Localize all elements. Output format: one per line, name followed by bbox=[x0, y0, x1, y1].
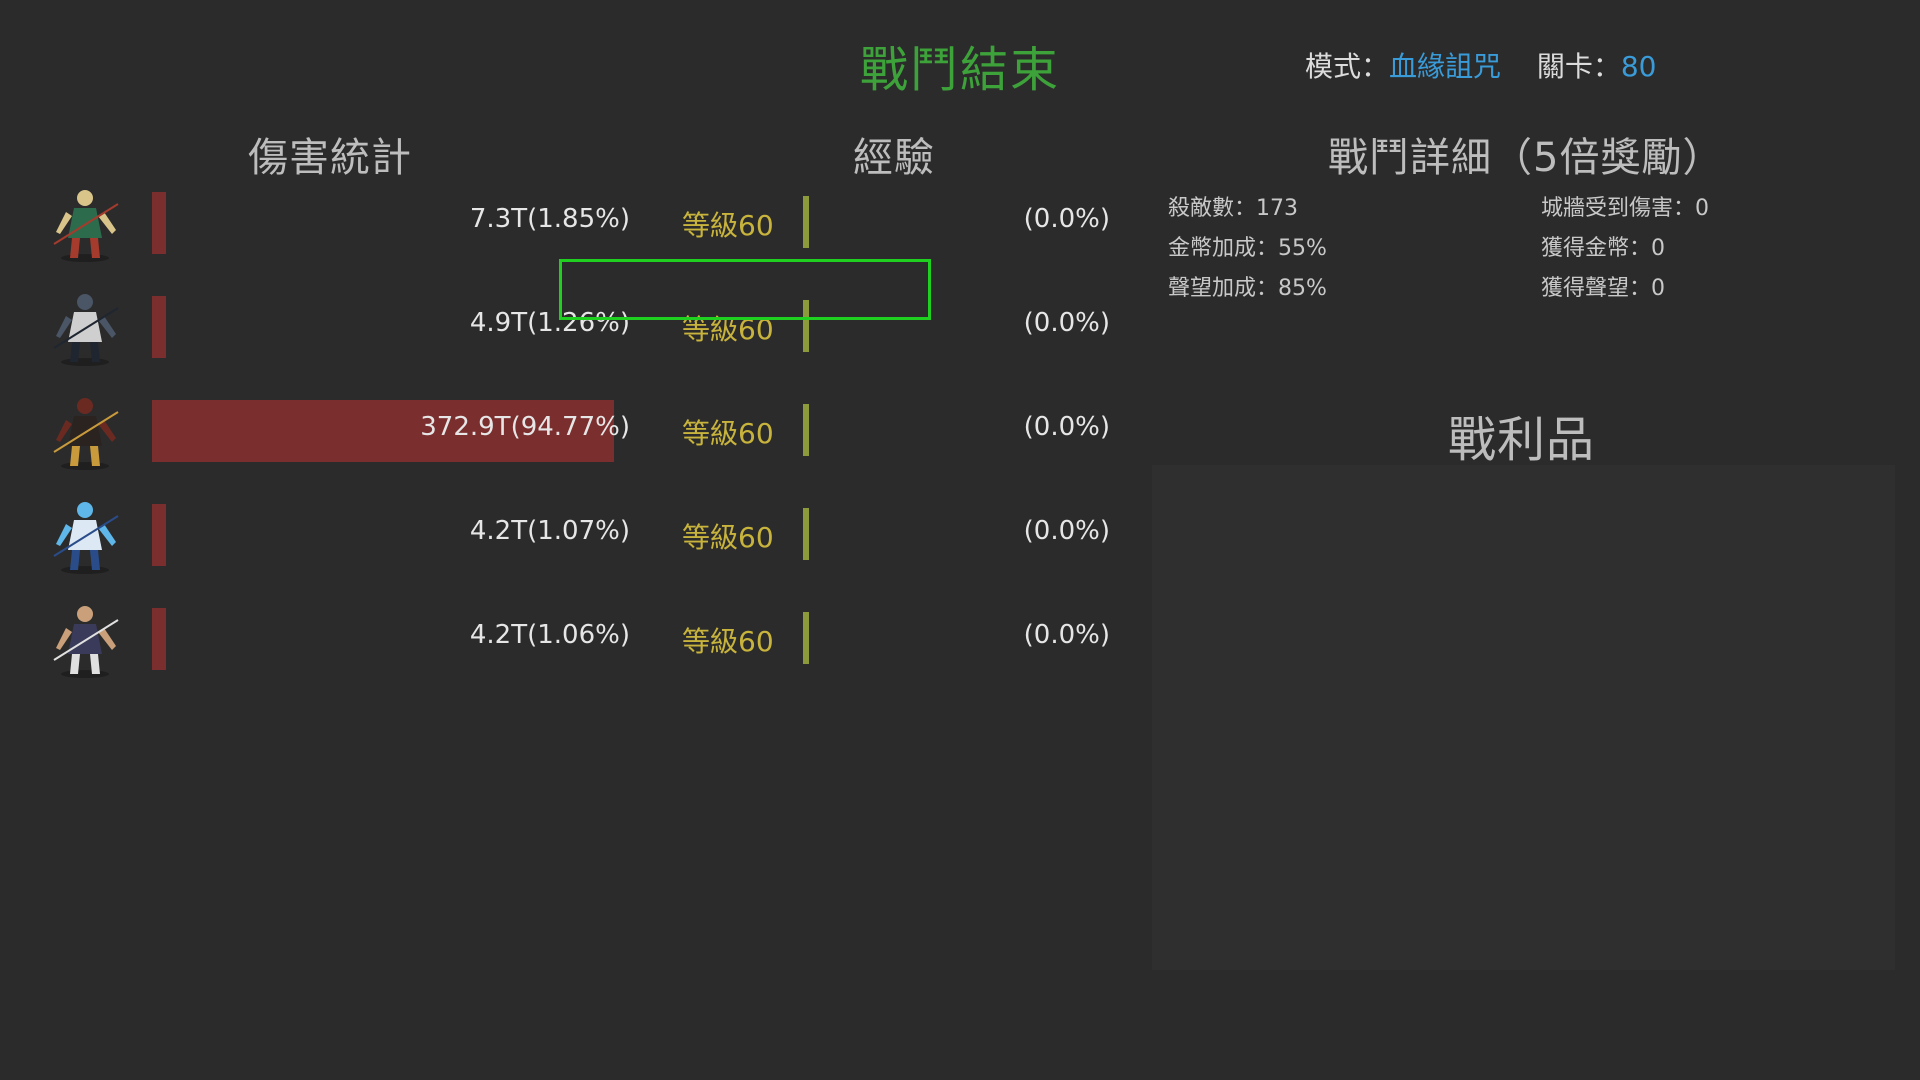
damage-value: 7.3T(1.85%) bbox=[469, 204, 630, 234]
dark-hunter-icon bbox=[44, 390, 126, 472]
mode-stage-info: 模式：血緣詛咒 關卡：80 bbox=[1305, 45, 1657, 85]
damage-bar bbox=[152, 608, 166, 670]
wall-damage-stat: 城牆受到傷害：0 bbox=[1541, 196, 1709, 221]
ice-mage-icon bbox=[44, 494, 126, 576]
damage-bar bbox=[152, 504, 166, 566]
exp-bar bbox=[803, 404, 809, 456]
mode-value: 血緣詛咒 bbox=[1389, 50, 1502, 83]
page-title: 戰鬥結束 bbox=[860, 42, 1061, 98]
exp-bar bbox=[803, 196, 809, 248]
kills-stat: 殺敵數：173 bbox=[1168, 196, 1298, 221]
exp-heading: 經驗 bbox=[853, 135, 935, 181]
archer-elf-icon bbox=[44, 182, 126, 264]
exp-percent: (0.0%) bbox=[1023, 204, 1110, 234]
level-value: 等級60 bbox=[682, 417, 774, 450]
fame-gained-stat: 獲得聲望：0 bbox=[1541, 276, 1665, 301]
damage-bar bbox=[152, 296, 166, 358]
gold-bonus-stat: 金幣加成：55% bbox=[1168, 236, 1327, 261]
hero-row: 4.2T(1.07%) 等級60 (0.0%) bbox=[0, 494, 1140, 574]
fame-bonus-stat: 聲望加成：85% bbox=[1168, 276, 1327, 301]
hero-row: 4.2T(1.06%) 等級60 (0.0%) bbox=[0, 598, 1140, 678]
battle-detail-heading: 戰鬥詳細（5倍獎勵） bbox=[1328, 135, 1724, 181]
damage-stats-heading: 傷害統計 bbox=[248, 135, 412, 181]
damage-value: 372.9T(94.77%) bbox=[420, 412, 630, 442]
swordsman-icon bbox=[44, 286, 126, 368]
mode-label: 模式： bbox=[1305, 50, 1390, 83]
gold-gained-stat: 獲得金幣：0 bbox=[1541, 236, 1665, 261]
exp-percent: (0.0%) bbox=[1023, 412, 1110, 442]
selection-highlight bbox=[559, 259, 931, 320]
blade-dancer-icon bbox=[44, 598, 126, 680]
battle-result-screen: 戰鬥結束 模式：血緣詛咒 關卡：80 傷害統計 經驗 戰鬥詳細（5倍獎勵） 7.… bbox=[0, 0, 1920, 1080]
level-value: 等級60 bbox=[682, 521, 774, 554]
exp-bar bbox=[803, 612, 809, 664]
level-value: 等級60 bbox=[682, 625, 774, 658]
damage-bar bbox=[152, 192, 166, 254]
exp-bar bbox=[803, 508, 809, 560]
hero-row: 372.9T(94.77%) 等級60 (0.0%) bbox=[0, 390, 1140, 470]
loot-panel bbox=[1152, 465, 1895, 970]
loot-heading: 戰利品 bbox=[1448, 412, 1596, 468]
exp-percent: (0.0%) bbox=[1023, 308, 1110, 338]
stage-label: 關卡： bbox=[1536, 50, 1621, 83]
hero-row: 7.3T(1.85%) 等級60 (0.0%) bbox=[0, 182, 1140, 262]
exp-percent: (0.0%) bbox=[1023, 620, 1110, 650]
exp-percent: (0.0%) bbox=[1023, 516, 1110, 546]
damage-value: 4.2T(1.06%) bbox=[469, 620, 630, 650]
stage-value: 80 bbox=[1620, 50, 1657, 83]
damage-value: 4.2T(1.07%) bbox=[469, 516, 630, 546]
level-value: 等級60 bbox=[682, 209, 774, 242]
